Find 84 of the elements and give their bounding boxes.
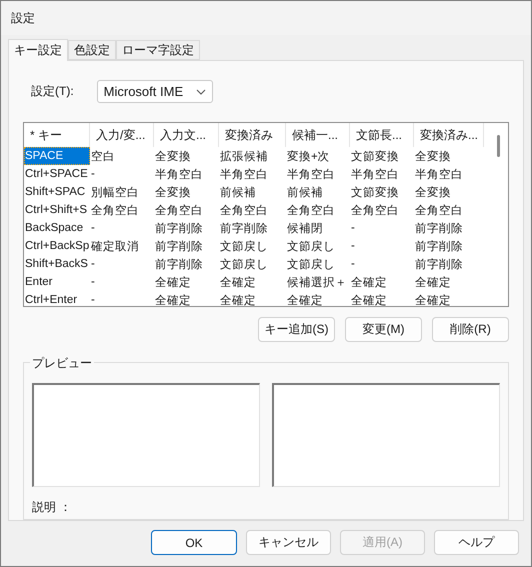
table-cell-text: 全確定 <box>286 294 324 306</box>
table-cell-text: 半角空白 <box>414 167 464 182</box>
tab[interactable]: 色設定 <box>68 40 116 60</box>
table-cell-text: 全確定 <box>350 294 388 306</box>
table-action-button[interactable]: キー追加(S) <box>258 316 335 342</box>
column-header[interactable]: 候補一... <box>286 123 350 147</box>
table-cell-text: 全確定 <box>219 276 257 290</box>
table-cell-text: 前字削除 <box>154 257 204 272</box>
table-action-button[interactable]: 削除(R) <box>432 316 509 342</box>
table-cell-text: - <box>90 221 96 236</box>
table-cell-text: 全確定 <box>414 294 452 306</box>
column-header[interactable]: 文節長... <box>350 123 414 147</box>
column-header[interactable]: 変換済み... <box>414 123 484 147</box>
table-cell[interactable]: SPACE <box>24 147 90 165</box>
table-cell-text: 文節戻し <box>286 258 336 272</box>
tab[interactable]: ローマ字設定 <box>116 40 200 60</box>
window-title: 設定 <box>11 10 35 26</box>
table-cell-text: 文節戻し <box>219 258 269 272</box>
table-cell-text: 前候補 <box>219 186 257 200</box>
table-cell-text: 変換+次 <box>286 149 331 164</box>
table-cell-text: 文節戻し <box>219 240 269 254</box>
table-cell-text: 全角空白 <box>90 203 140 218</box>
table-cell-text: 拡張候補 <box>219 150 269 164</box>
dialog-button[interactable]: ヘルプ <box>434 530 519 555</box>
table-cell-text: 前字削除 <box>414 239 464 254</box>
table-cell-text: 確定取消 <box>90 240 140 254</box>
table-cell-text: - <box>350 221 356 236</box>
column-header[interactable]: 入力/変... <box>90 123 154 147</box>
table-cell-text: 前字削除 <box>414 257 464 272</box>
setting-label: 設定(T): <box>31 83 74 100</box>
table-cell-text: 半角空白 <box>154 167 204 182</box>
column-header[interactable]: 入力文... <box>154 123 219 147</box>
table-cell[interactable]: Ctrl+SPACE <box>24 165 90 183</box>
table-cell-text: - <box>90 275 96 290</box>
table-cell-text: 候補選択＋ <box>286 276 348 290</box>
table-cell-text: 半角空白 <box>219 167 269 182</box>
column-header[interactable]: 変換済み <box>219 123 286 147</box>
setting-dropdown[interactable]: Microsoft IME <box>96 80 213 103</box>
table-cell-text: 空白 <box>90 149 116 164</box>
table-cell[interactable]: Shift+SPAC <box>24 183 90 201</box>
table-cell[interactable]: Shift+BackS <box>24 255 90 273</box>
table-cell-text: 別幅空白 <box>90 185 140 200</box>
table-cell-text: 全角空白 <box>219 203 269 218</box>
table-cell[interactable]: Ctrl+BackSp <box>24 237 90 255</box>
table-cell-text: 全変換 <box>414 185 452 200</box>
table-cell-text: 全確定 <box>219 294 257 306</box>
table-cell-text: 文節戻し <box>286 240 336 254</box>
table-cell-text: 全変換 <box>154 149 192 164</box>
table-cell-text: 候補閉 <box>286 222 324 236</box>
chevron-down-icon <box>196 88 206 94</box>
table-cell-text: 全確定 <box>154 276 192 290</box>
table-cell[interactable]: Enter <box>24 273 90 291</box>
table-cell-text: 半角空白 <box>286 167 336 182</box>
table-cell-text: 半角空白 <box>350 167 400 182</box>
table-cell-text: - <box>90 293 96 306</box>
table-action-button[interactable]: 変更(M) <box>345 316 422 342</box>
table-cell-text: 前字削除 <box>154 239 204 254</box>
table-cell-text: 全確定 <box>154 294 192 306</box>
table-cell-text: 文節変換 <box>350 185 400 200</box>
table-cell-text: 前字削除 <box>219 221 269 236</box>
table-cell-text: 全確定 <box>350 276 388 290</box>
table-cell-text: - <box>90 167 96 182</box>
table-cell-text: - <box>350 239 356 254</box>
table-cell[interactable]: BackSpace <box>24 219 90 237</box>
scrollbar-thumb[interactable] <box>497 135 500 157</box>
table-cell[interactable]: Ctrl+Shift+S <box>24 201 90 219</box>
table-cell-text: 前候補 <box>286 186 324 200</box>
table-cell-text: 全変換 <box>414 149 452 164</box>
table-cell-text: 全角空白 <box>414 203 464 218</box>
table-cell-text: 全角空白 <box>286 203 336 218</box>
table-cell-text: 文節変換 <box>350 149 400 164</box>
description-label: 説明 ： <box>32 498 72 516</box>
table-cell[interactable]: Ctrl+Enter <box>24 291 90 306</box>
table-cell-text: 全確定 <box>414 276 452 290</box>
dialog-button[interactable]: キャンセル <box>246 530 331 555</box>
table-cell-text: 全角空白 <box>350 203 400 218</box>
table-cell-text: 全角空白 <box>154 203 204 218</box>
table-cell-text: - <box>90 257 96 272</box>
table-cell-text: 前字削除 <box>154 221 204 236</box>
dialog-button[interactable]: OK <box>151 530 237 555</box>
table-cell-text: 前字削除 <box>414 221 464 236</box>
table-cell-text: - <box>350 257 356 272</box>
tab[interactable]: キー設定 <box>8 39 68 61</box>
table-cell-text: 全変換 <box>154 185 192 200</box>
